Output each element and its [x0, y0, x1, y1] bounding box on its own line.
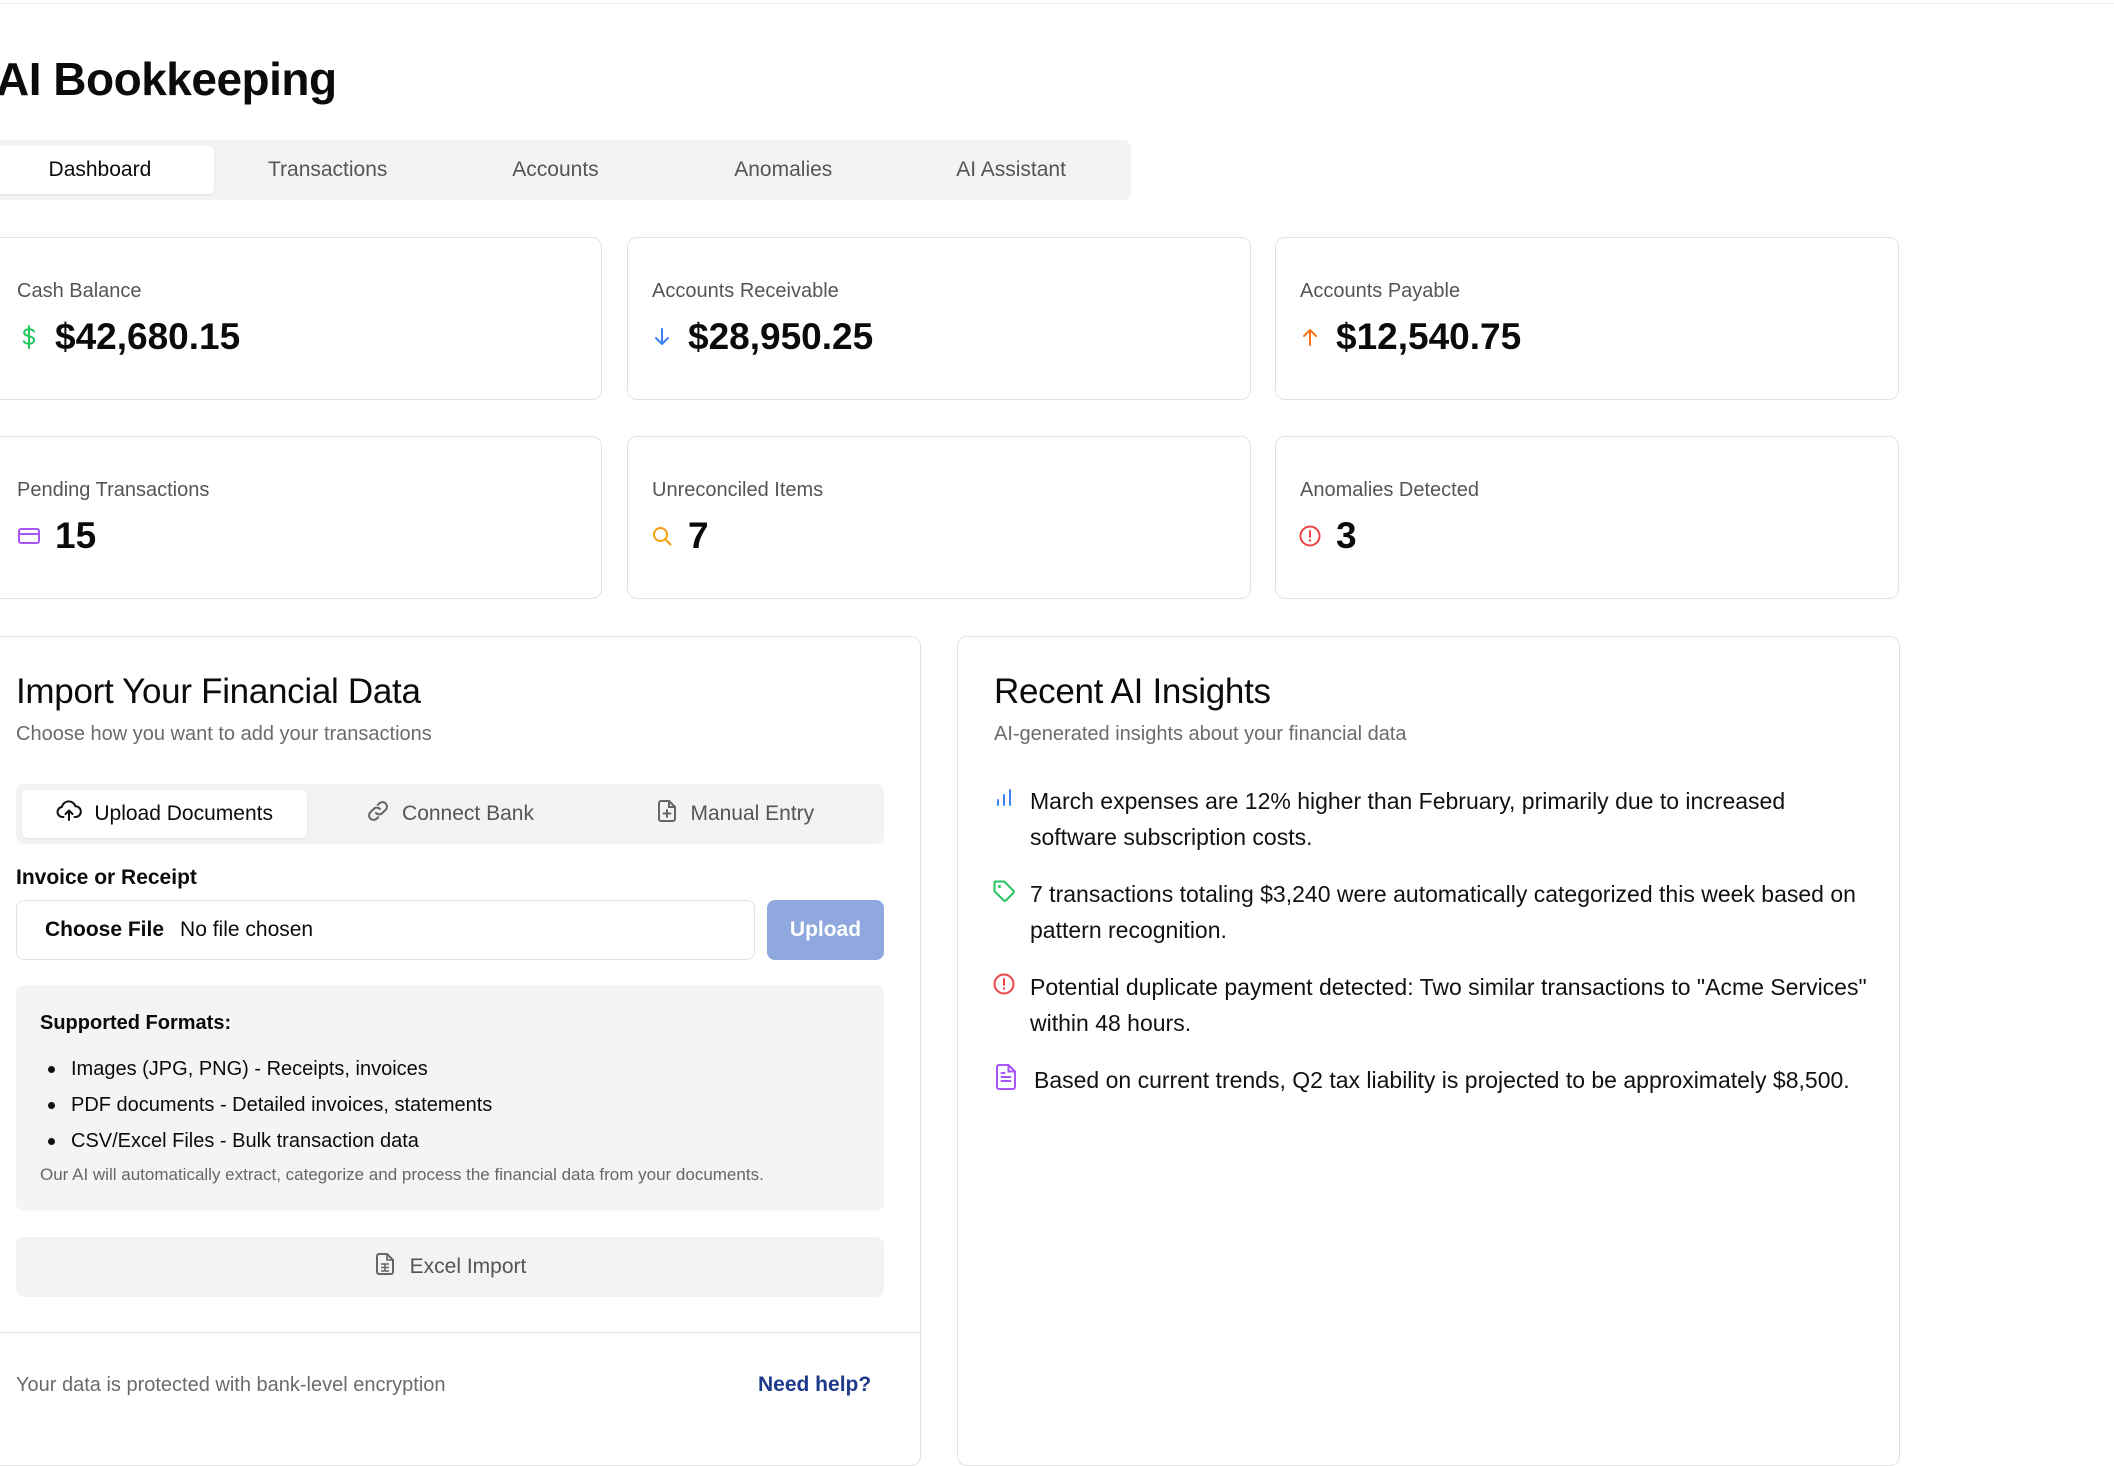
- tab-accounts[interactable]: Accounts: [442, 146, 670, 194]
- spreadsheet-icon: [374, 1252, 396, 1282]
- bar-chart-icon: [992, 786, 1016, 810]
- tab-transactions[interactable]: Transactions: [214, 146, 442, 194]
- list-item: PDF documents - Detailed invoices, state…: [40, 1087, 492, 1123]
- file-text-icon: [992, 1064, 1020, 1090]
- stat-card-pending-transactions: Pending Transactions 15: [0, 436, 602, 599]
- file-input[interactable]: Choose File No file chosen: [16, 900, 755, 960]
- need-help-link[interactable]: Need help?: [758, 1373, 871, 1397]
- import-subtitle: Choose how you want to add your transact…: [16, 723, 432, 745]
- list-item: CSV/Excel Files - Bulk transaction data: [40, 1123, 492, 1159]
- stat-label: Unreconciled Items: [652, 479, 824, 501]
- insight-text: 7 transactions totaling $3,240 were auto…: [1030, 881, 1856, 943]
- formats-list: Images (JPG, PNG) - Receipts, invoices P…: [40, 1051, 492, 1159]
- invoice-field-label: Invoice or Receipt: [16, 866, 197, 889]
- file-status: No file chosen: [180, 918, 314, 941]
- tab-connect-bank[interactable]: Connect Bank: [307, 790, 592, 838]
- import-method-tabs: Upload Documents Connect Bank Manual Ent…: [16, 784, 884, 844]
- stat-value: 15: [55, 515, 97, 556]
- excel-import-button[interactable]: Excel Import: [16, 1237, 884, 1297]
- formats-title: Supported Formats:: [40, 1012, 232, 1034]
- cloud-upload-icon: [56, 800, 83, 828]
- main-tabs: Dashboard Transactions Accounts Anomalie…: [0, 140, 1131, 200]
- stat-label: Anomalies Detected: [1300, 479, 1479, 501]
- import-title: Import Your Financial Data: [16, 672, 421, 711]
- tab-manual-entry[interactable]: Manual Entry: [593, 790, 878, 838]
- insight-text: March expenses are 12% higher than Febru…: [1030, 788, 1786, 850]
- security-note: Your data is protected with bank-level e…: [16, 1374, 446, 1396]
- tab-label: Connect Bank: [402, 802, 534, 825]
- link-icon: [366, 799, 390, 829]
- stat-card-anomalies-detected: Anomalies Detected 3: [1275, 436, 1899, 599]
- stat-card-accounts-receivable: Accounts Receivable $28,950.25: [627, 237, 1251, 400]
- stat-value: 3: [1336, 515, 1357, 556]
- insight-text: Potential duplicate payment detected: Tw…: [1030, 974, 1867, 1036]
- stat-card-cash-balance: Cash Balance $42,680.15: [0, 237, 602, 400]
- tab-label: Manual Entry: [690, 802, 815, 825]
- excel-import-label: Excel Import: [409, 1255, 527, 1278]
- choose-file-button[interactable]: Choose File: [45, 918, 164, 942]
- stat-label: Pending Transactions: [17, 479, 210, 501]
- file-plus-icon: [656, 799, 678, 829]
- tab-label: Upload Documents: [94, 802, 273, 825]
- insights-title: Recent AI Insights: [994, 672, 1271, 711]
- search-icon: [650, 524, 674, 548]
- stat-value: $42,680.15: [55, 316, 241, 357]
- stat-value: $28,950.25: [688, 316, 874, 357]
- panel-divider: [0, 1332, 920, 1333]
- stat-card-unreconciled-items: Unreconciled Items 7: [627, 436, 1251, 599]
- arrow-down-icon: [650, 325, 674, 349]
- stat-value: $12,540.75: [1336, 316, 1522, 357]
- stat-label: Accounts Payable: [1300, 280, 1461, 302]
- alert-circle-icon: [1298, 524, 1322, 548]
- insight-item: 7 transactions totaling $3,240 were auto…: [992, 876, 1872, 948]
- insight-item: Potential duplicate payment detected: Tw…: [992, 969, 1872, 1041]
- tab-dashboard[interactable]: Dashboard: [0, 146, 214, 194]
- upload-button[interactable]: Upload: [767, 900, 884, 960]
- insight-item: Based on current trends, Q2 tax liabilit…: [992, 1062, 1872, 1098]
- tab-anomalies[interactable]: Anomalies: [669, 146, 897, 194]
- app-title: AI Bookkeeping: [0, 53, 337, 105]
- stat-label: Accounts Receivable: [652, 280, 839, 302]
- stat-label: Cash Balance: [17, 280, 142, 302]
- stat-value: 7: [688, 515, 709, 556]
- stat-card-accounts-payable: Accounts Payable $12,540.75: [1275, 237, 1899, 400]
- dollar-icon: [17, 325, 41, 349]
- formats-note: Our AI will automatically extract, categ…: [40, 1165, 764, 1184]
- insight-item: March expenses are 12% higher than Febru…: [992, 783, 1872, 855]
- insights-list: March expenses are 12% higher than Febru…: [992, 783, 1872, 1119]
- tab-upload-documents[interactable]: Upload Documents: [22, 790, 308, 838]
- arrow-up-icon: [1298, 325, 1322, 349]
- alert-circle-icon: [992, 972, 1016, 996]
- tag-icon: [992, 879, 1016, 903]
- top-border: [0, 0, 2114, 4]
- supported-formats-box: Supported Formats: Images (JPG, PNG) - R…: [16, 985, 884, 1211]
- tab-ai-assistant[interactable]: AI Assistant: [897, 146, 1125, 194]
- list-item: Images (JPG, PNG) - Receipts, invoices: [40, 1051, 492, 1087]
- credit-card-icon: [17, 524, 41, 548]
- insight-text: Based on current trends, Q2 tax liabilit…: [1034, 1067, 1850, 1093]
- insights-subtitle: AI-generated insights about your financi…: [994, 723, 1407, 745]
